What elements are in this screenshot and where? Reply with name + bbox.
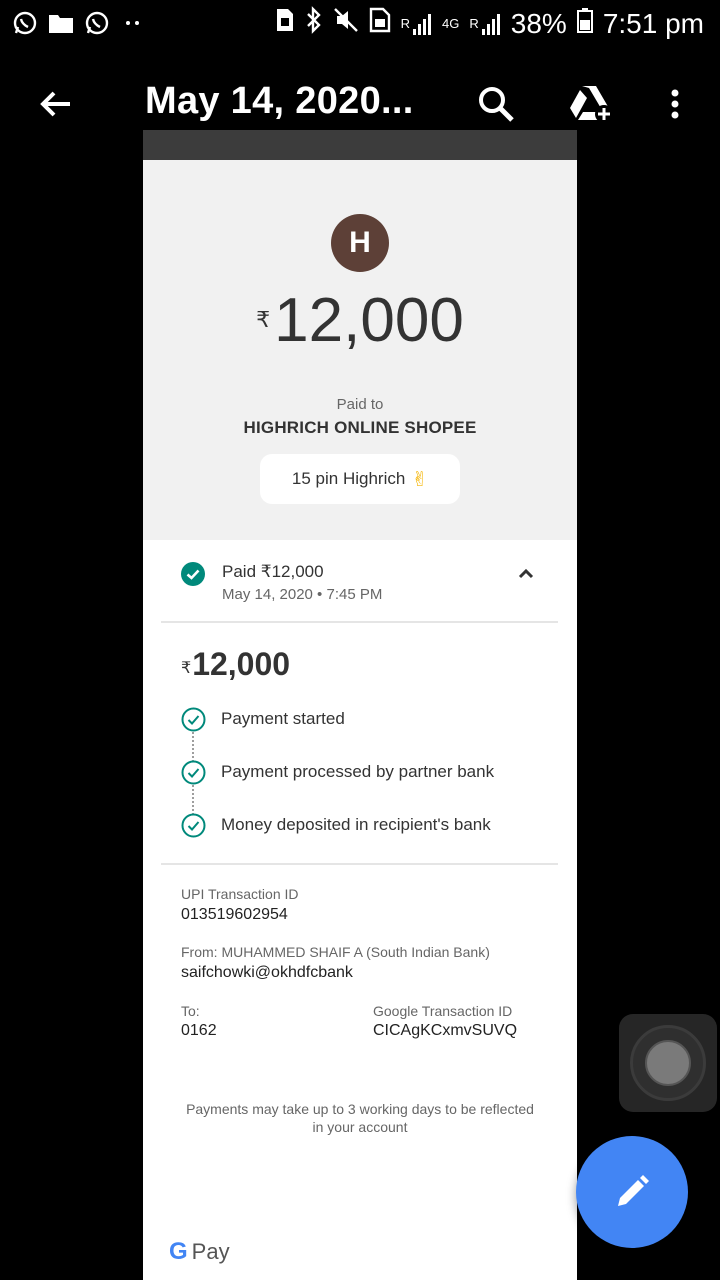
mute-icon: [333, 7, 359, 40]
amount-value: 12,000: [274, 286, 464, 355]
divider: [161, 863, 558, 865]
amount-display: ₹ 12,000: [143, 285, 577, 356]
document-header-strip: [143, 130, 577, 160]
add-to-drive-icon[interactable]: [568, 84, 616, 124]
signal-icon: [481, 13, 500, 35]
network-type: 4G: [442, 15, 460, 31]
payment-note: 15 pin Highrich ✌: [260, 454, 460, 504]
more-options-icon[interactable]: [660, 82, 690, 126]
pencil-icon: [618, 1175, 649, 1206]
google-txn-label: Google Transaction ID: [373, 1003, 513, 1019]
folder-icon: [48, 10, 74, 36]
paid-to-label: Paid to: [336, 396, 384, 413]
upi-id-value: 013519602954: [181, 906, 288, 923]
search-icon[interactable]: [474, 82, 518, 126]
from-label: From: MUHAMMED SHAIF A (South Indian Ban…: [181, 944, 490, 960]
currency-symbol: ₹: [256, 307, 271, 332]
whatsapp-icon: [84, 10, 110, 36]
signal-icon: [413, 13, 432, 35]
edit-fab-button[interactable]: [576, 1136, 688, 1248]
signal-2: R: [469, 11, 500, 37]
brand-name: Pay: [191, 1239, 230, 1264]
timeline-step: Money deposited in recipient's bank: [181, 811, 491, 839]
clock: 7:51 pm: [602, 7, 704, 39]
avatar-letter: H: [349, 226, 371, 259]
avatar: H: [331, 214, 389, 272]
check-outline-icon: [181, 813, 206, 837]
step-label: Payment processed by partner bank: [221, 762, 495, 781]
battery-icon: [576, 7, 593, 40]
upi-id-label: UPI Transaction ID: [181, 886, 299, 902]
page-title: May 14, 2020...: [145, 80, 414, 122]
check-outline-icon: [181, 707, 206, 731]
receipt-document[interactable]: H ₹ 12,000 Paid to HIGHRICH ONLINE SHOPE…: [143, 130, 577, 1280]
to-value: 0162: [181, 1022, 217, 1039]
back-arrow-icon[interactable]: [34, 82, 78, 126]
gpay-logo: G Pay: [169, 1238, 230, 1266]
payee-name: HIGHRICH ONLINE SHOPEE: [243, 418, 477, 437]
currency-symbol: ₹: [181, 660, 192, 677]
roaming-label: R: [469, 15, 479, 31]
assistive-touch-ring: [630, 1025, 706, 1101]
payment-status-title: Paid ₹12,000: [222, 562, 324, 581]
note-text: 15 pin Highrich: [291, 469, 406, 488]
timeline-step: Payment started: [181, 705, 345, 733]
sim-card-icon: [369, 7, 391, 40]
payment-date: May 14, 2020 • 7:45 PM: [222, 586, 383, 603]
detail-amount-value: 12,000: [192, 646, 291, 682]
signal-1: R: [401, 11, 432, 37]
more-notifications-icon: [120, 10, 146, 36]
step-label: Payment started: [221, 709, 345, 728]
roaming-label: R: [400, 15, 411, 31]
status-bar: R 4G R 38% 7:51 pm: [0, 0, 720, 48]
whatsapp-icon: [12, 10, 38, 36]
assistive-touch-button[interactable]: [619, 1014, 717, 1112]
settlement-note: Payments may take up to 3 working days t…: [186, 1101, 534, 1135]
step-label: Money deposited in recipient's bank: [221, 815, 491, 834]
check-circle-icon: [181, 562, 205, 586]
battery-percent: 38%: [510, 7, 567, 39]
google-g-icon: G: [169, 1238, 188, 1265]
bluetooth-icon: [305, 6, 323, 41]
from-upi-address: saifchowki@okhdfcbank: [181, 964, 353, 981]
chevron-up-icon[interactable]: [517, 566, 535, 580]
detail-amount: ₹ 12,000: [181, 646, 290, 683]
check-outline-icon: [181, 760, 206, 784]
victory-hand-emoji: ✌: [411, 468, 429, 491]
to-label: To:: [181, 1003, 200, 1019]
assistive-touch-core: [645, 1040, 691, 1086]
sim-icon: [275, 7, 295, 40]
google-txn-id: CICAgKCxmvSUVQ: [373, 1022, 518, 1039]
divider: [161, 621, 558, 623]
payment-summary: H ₹ 12,000 Paid to HIGHRICH ONLINE SHOPE…: [143, 160, 577, 540]
timeline-step: Payment processed by partner bank: [181, 758, 494, 786]
